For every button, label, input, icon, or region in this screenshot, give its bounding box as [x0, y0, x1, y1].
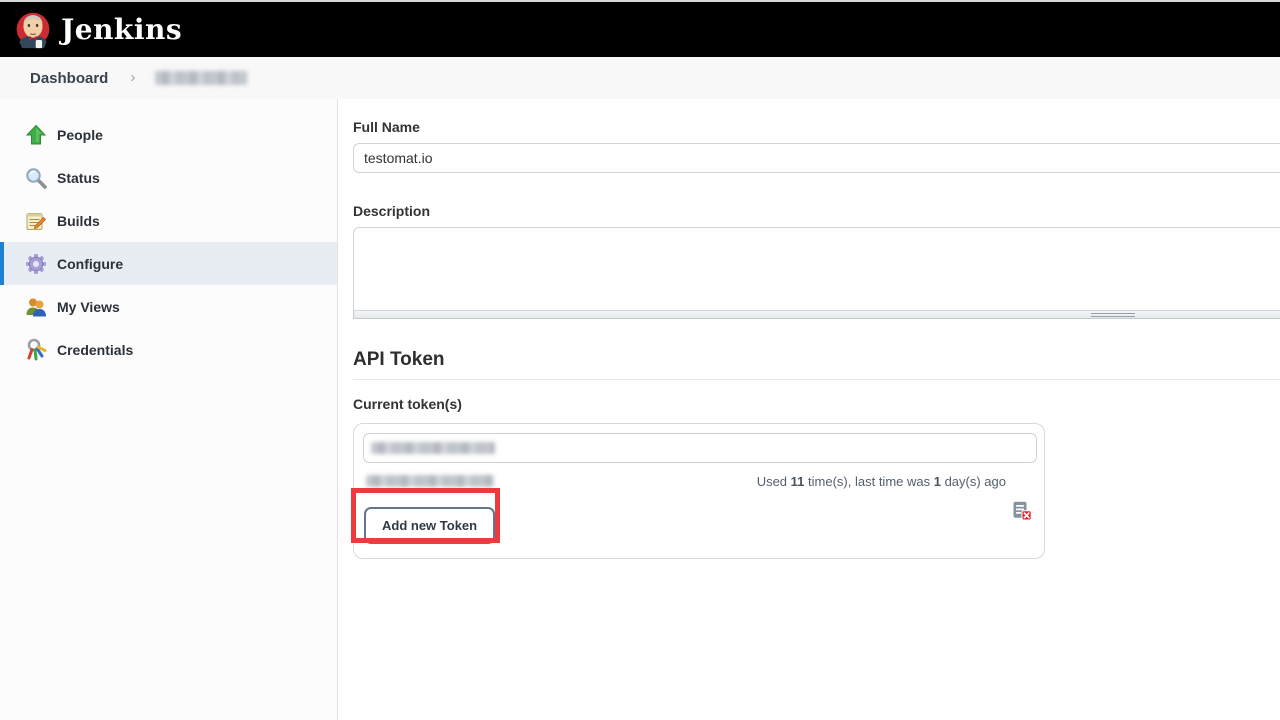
- sidebar: People Status: [0, 99, 338, 720]
- revoke-token-icon[interactable]: [1012, 471, 1032, 491]
- sidebar-item-my-views[interactable]: My Views: [0, 285, 337, 328]
- keys-icon: [24, 338, 48, 362]
- usage-count: 11: [791, 474, 805, 489]
- app-header: Jenkins: [0, 2, 1280, 57]
- sidebar-item-label: My Views: [57, 299, 120, 315]
- notepad-icon: [24, 209, 48, 233]
- sidebar-item-label: Configure: [57, 256, 123, 272]
- description-textarea[interactable]: [353, 227, 1280, 311]
- token-name-input[interactable]: [363, 433, 1037, 463]
- content-area: People Status: [0, 99, 1280, 720]
- sidebar-item-builds[interactable]: Builds: [0, 199, 337, 242]
- token-usage-text: Used 11 time(s), last time was 1 day(s) …: [757, 471, 1032, 491]
- token-created-redacted: [366, 475, 494, 487]
- arrow-up-icon: [24, 123, 48, 147]
- usage-days: 1: [934, 474, 941, 489]
- sidebar-item-label: Status: [57, 170, 100, 186]
- breadcrumb-username-redacted[interactable]: [155, 71, 247, 85]
- usage-suffix: day(s) ago: [941, 474, 1006, 489]
- textarea-resize-handle[interactable]: [353, 311, 1280, 319]
- people-pair-icon: [24, 295, 48, 319]
- resize-grip-icon: [1091, 313, 1135, 317]
- section-divider: [353, 379, 1280, 380]
- usage-prefix: Used: [757, 474, 791, 489]
- token-meta-row: Used 11 time(s), last time was 1 day(s) …: [363, 471, 1035, 491]
- search-icon: [24, 166, 48, 190]
- app-title[interactable]: Jenkins: [61, 13, 182, 46]
- sidebar-item-configure[interactable]: Configure: [0, 242, 337, 285]
- current-tokens-label: Current token(s): [353, 396, 1280, 412]
- sidebar-item-people[interactable]: People: [0, 113, 337, 156]
- full-name-label: Full Name: [353, 119, 1280, 135]
- usage-mid: time(s), last time was: [804, 474, 933, 489]
- sidebar-item-label: People: [57, 127, 103, 143]
- full-name-input[interactable]: [353, 143, 1280, 173]
- sidebar-item-label: Credentials: [57, 342, 133, 358]
- sidebar-item-credentials[interactable]: Credentials: [0, 328, 337, 371]
- token-name-redacted: [371, 442, 495, 454]
- breadcrumb: Dashboard ›: [0, 57, 1280, 99]
- jenkins-logo-icon[interactable]: [13, 9, 53, 51]
- breadcrumb-separator-icon: ›: [130, 69, 135, 86]
- jenkins-user-configure-page: Jenkins Dashboard › People: [0, 0, 1280, 720]
- gear-icon: [24, 252, 48, 276]
- add-new-token-button[interactable]: Add new Token: [364, 507, 495, 544]
- breadcrumb-dashboard-link[interactable]: Dashboard: [30, 70, 108, 87]
- api-token-heading: API Token: [353, 349, 1280, 371]
- sidebar-item-status[interactable]: Status: [0, 156, 337, 199]
- description-label: Description: [353, 203, 1280, 219]
- token-entry-card: Used 11 time(s), last time was 1 day(s) …: [353, 423, 1045, 559]
- main-panel: Full Name Description API Token Current …: [338, 99, 1280, 720]
- sidebar-item-label: Builds: [57, 213, 100, 229]
